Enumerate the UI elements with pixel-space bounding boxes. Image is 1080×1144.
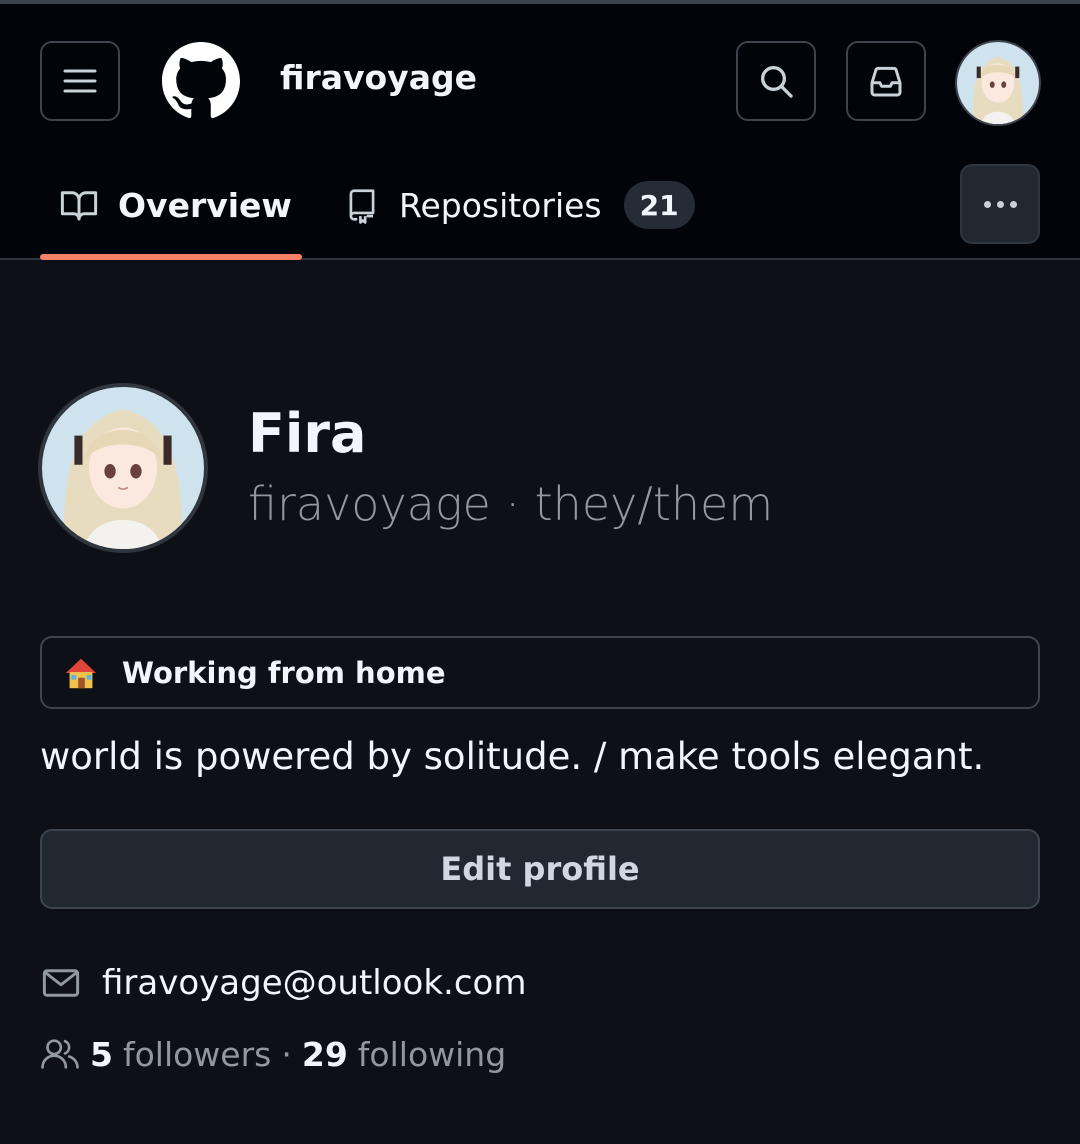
- followers-label[interactable]: followers: [123, 1035, 271, 1074]
- tab-repositories-label: Repositories: [399, 185, 602, 225]
- app-header: firavoyage Overview Repositories 21: [0, 4, 1080, 260]
- kebab-dot: [996, 200, 1004, 208]
- github-mark-icon[interactable]: [162, 42, 240, 120]
- people-icon: [41, 1039, 79, 1069]
- active-tab-indicator: [40, 254, 302, 260]
- edit-profile-button[interactable]: Edit profile: [40, 829, 1040, 909]
- profile-name: Fira: [248, 402, 367, 465]
- menu-button[interactable]: [40, 41, 120, 121]
- status-text: Working from home: [122, 655, 446, 690]
- profile-email[interactable]: firavoyage@outlook.com: [102, 963, 526, 1003]
- inbox-button[interactable]: [846, 41, 926, 121]
- house-icon: [65, 658, 97, 688]
- follow-stats: 5 followers · 29 following: [40, 1034, 506, 1074]
- search-icon: [761, 66, 793, 98]
- repository-count-badge: 21: [623, 181, 695, 229]
- mail-icon: [42, 969, 80, 997]
- profile-avatar[interactable]: [38, 383, 208, 553]
- kebab-dot: [1009, 200, 1017, 208]
- user-avatar-button[interactable]: [955, 40, 1041, 126]
- profile-login-pronouns: firavoyage · they/them: [248, 477, 774, 531]
- avatar: [42, 387, 204, 549]
- repo-icon: [349, 189, 375, 224]
- tab-repositories[interactable]: Repositories 21: [343, 172, 695, 238]
- kebab-horizontal-icon: [983, 200, 991, 208]
- email-row[interactable]: firavoyage@outlook.com: [40, 962, 526, 1004]
- followers-count[interactable]: 5: [90, 1035, 113, 1074]
- profile-bio: world is powered by solitude. / make too…: [40, 735, 985, 778]
- tab-overview[interactable]: Overview: [58, 172, 292, 238]
- inbox-icon: [870, 66, 902, 97]
- following-label[interactable]: following: [358, 1035, 506, 1074]
- search-button[interactable]: [736, 41, 816, 121]
- status-box[interactable]: Working from home: [40, 636, 1040, 709]
- book-icon: [60, 191, 98, 221]
- avatar: [957, 42, 1039, 124]
- hamburger-icon: [63, 69, 97, 93]
- follow-separator: ·: [281, 1034, 292, 1074]
- header-username[interactable]: firavoyage: [280, 58, 477, 97]
- more-options-button[interactable]: [960, 164, 1040, 244]
- tab-overview-label: Overview: [118, 185, 292, 225]
- following-count[interactable]: 29: [302, 1035, 348, 1074]
